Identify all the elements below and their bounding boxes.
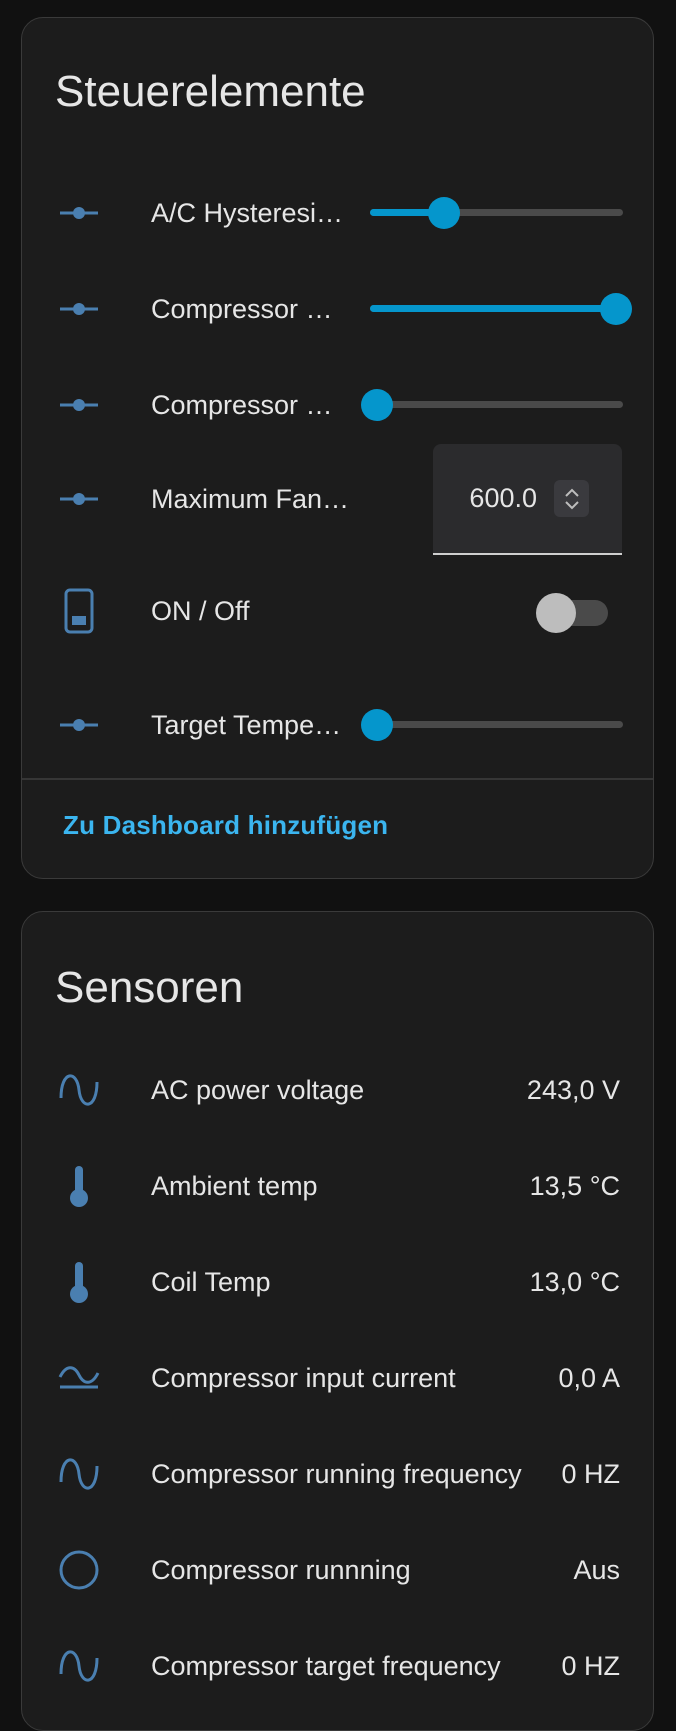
current-ac-icon (57, 1356, 101, 1400)
slider-thumb[interactable] (600, 293, 632, 325)
sensor-value: 0,0 A (558, 1363, 620, 1393)
controls-title: Steuerelemente (55, 67, 366, 116)
thermometer-icon (57, 1260, 101, 1304)
compressor-slider-1[interactable] (370, 279, 632, 339)
card-divider (22, 778, 653, 780)
thermometer-icon (57, 1164, 101, 1208)
sensor-row[interactable]: Compressor running frequency 0 HZ (22, 1444, 653, 1504)
controls-card: Steuerelemente A/C Hysteresi… Compressor… (21, 17, 654, 879)
control-row-compressor-1[interactable]: Compressor … (22, 279, 653, 339)
sensor-row[interactable]: Coil Temp 13,0 °C (22, 1252, 653, 1312)
sensor-label: Coil Temp (151, 1267, 271, 1297)
sensor-label: Compressor running frequency (151, 1459, 522, 1489)
control-label: Target Tempe… (151, 710, 342, 740)
sensor-label: Ambient temp (151, 1171, 318, 1201)
circle-outline-icon (57, 1548, 101, 1592)
slider-icon (57, 703, 101, 747)
sensors-title: Sensoren (55, 963, 244, 1012)
control-row-target-temperature[interactable]: Target Tempe… (22, 695, 653, 755)
control-label: ON / Off (151, 596, 250, 626)
compressor-slider-2[interactable] (361, 375, 623, 435)
slider-track (370, 721, 623, 728)
sensor-row[interactable]: Compressor runnning Aus (22, 1540, 653, 1600)
sensor-row[interactable]: AC power voltage 243,0 V (22, 1060, 653, 1120)
sine-wave-icon (57, 1644, 101, 1688)
control-row-compressor-2[interactable]: Compressor … (22, 375, 653, 435)
add-to-dashboard-link[interactable]: Zu Dashboard hinzufügen (63, 810, 388, 841)
maximum-fan-number-input[interactable]: 600.0 (433, 444, 622, 555)
sensors-card: Sensoren AC power voltage 243,0 V Ambien… (21, 911, 654, 1731)
control-label: Compressor … (151, 390, 333, 420)
sensor-label: Compressor input current (151, 1363, 456, 1393)
sensor-row[interactable]: Ambient temp 13,5 °C (22, 1156, 653, 1216)
sensor-row[interactable]: Compressor input current 0,0 A (22, 1348, 653, 1408)
ac-hysteresis-slider[interactable] (370, 183, 623, 243)
sine-wave-icon (57, 1452, 101, 1496)
slider-icon (57, 191, 101, 235)
slider-fill (370, 305, 616, 312)
stepper-icon[interactable] (554, 480, 589, 517)
control-label: Compressor … (151, 294, 333, 324)
sensor-row[interactable]: Compressor target frequency 0 HZ (22, 1636, 653, 1696)
target-temperature-slider[interactable] (361, 695, 623, 755)
number-value[interactable]: 600.0 (469, 444, 537, 553)
sensor-value: 13,0 °C (529, 1267, 620, 1297)
sensor-label: Compressor runnning (151, 1555, 411, 1585)
phone-icon (57, 588, 101, 634)
sensor-value: Aus (573, 1555, 620, 1585)
toggle-knob[interactable] (536, 593, 576, 633)
sensor-label: Compressor target frequency (151, 1651, 501, 1681)
sensor-value: 0 HZ (561, 1651, 620, 1681)
control-row-ac-hysteresis[interactable]: A/C Hysteresi… (22, 183, 653, 243)
slider-thumb[interactable] (428, 197, 460, 229)
control-label: A/C Hysteresi… (151, 198, 344, 228)
control-label: Maximum Fan… (151, 484, 350, 514)
sensor-value: 243,0 V (526, 1075, 620, 1105)
slider-icon (57, 287, 101, 331)
slider-thumb[interactable] (361, 709, 393, 741)
sensor-label: AC power voltage (151, 1075, 365, 1105)
sine-wave-icon (57, 1068, 101, 1112)
on-off-toggle[interactable] (536, 581, 612, 641)
slider-icon (57, 383, 101, 427)
slider-icon (57, 477, 101, 521)
sensor-value: 0 HZ (561, 1459, 620, 1489)
control-row-on-off[interactable]: ON / Off (22, 581, 653, 641)
sensor-value: 13,5 °C (529, 1171, 620, 1201)
slider-track (370, 401, 623, 408)
slider-thumb[interactable] (361, 389, 393, 421)
